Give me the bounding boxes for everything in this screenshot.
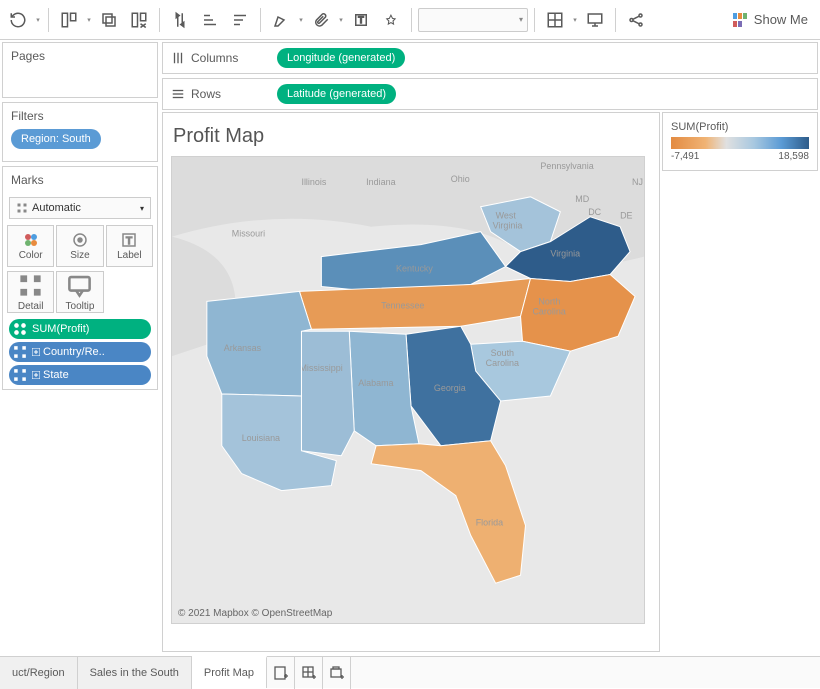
state-ms [301,331,354,455]
legend-max: 18,598 [778,151,809,162]
text-icon: T [121,232,137,248]
color-icon [23,232,39,248]
mark-pill-country[interactable]: Country/Re.. [9,342,151,362]
sort-asc-button[interactable] [196,6,224,34]
toolbar-separator [159,8,160,32]
fit-dropdown[interactable]: ▾ [418,8,528,32]
show-me-icon [732,12,748,28]
plus-icon [32,371,40,379]
sheet-tabs: uct/Region Sales in the South Profit Map [0,656,820,688]
detail-icon [17,272,44,299]
map-svg: Illinois Indiana Ohio Pennsylvania NJ MD… [172,157,644,623]
mark-pill-state[interactable]: State [9,365,151,385]
new-dashboard-button[interactable] [295,657,323,689]
mark-pill-sum-profit[interactable]: SUM(Profit) [9,319,151,339]
legend-pane[interactable]: SUM(Profit) -7,491 18,598 [662,112,818,171]
size-icon [72,232,88,248]
rows-icon [171,87,185,101]
automatic-icon [16,202,28,214]
undo-button[interactable] [4,6,32,34]
detail-mark-icon [13,345,27,359]
color-mark-icon [13,322,27,336]
filters-pane: Filters Region: South [2,102,158,162]
columns-label: Columns [191,51,238,65]
highlight-dropdown-icon[interactable]: ▾ [297,16,305,24]
tab-sales-south[interactable]: Sales in the South [78,657,192,689]
new-sheet-button[interactable] [267,657,295,689]
attach-button[interactable] [307,6,335,34]
new-story-button[interactable] [323,657,351,689]
toolbar-separator [615,8,616,32]
toolbar: ▾ ▾ ▾ ▾ T ▾ ▾ Show Me [0,0,820,40]
left-panel: Pages Filters Region: South Marks Automa… [0,40,160,654]
marks-detail-button[interactable]: Detail [7,271,54,313]
columns-icon [171,51,185,65]
map-canvas[interactable]: Illinois Indiana Ohio Pennsylvania NJ MD… [171,156,645,624]
viz-title[interactable]: Profit Map [171,121,651,156]
viz-main: Profit Map Illinois Indiana Ohio Pennsyl… [162,112,660,652]
presentation-button[interactable] [581,6,609,34]
right-panel: Columns Longitude (generated) Rows Latit… [160,40,820,654]
state-ar [207,291,312,396]
svg-text:T: T [126,236,132,247]
marks-color-button[interactable]: Color [7,225,54,267]
show-me-button[interactable]: Show Me [724,8,816,32]
columns-pill-longitude[interactable]: Longitude (generated) [277,48,405,68]
pin-button[interactable] [377,6,405,34]
toolbar-separator [48,8,49,32]
toolbar-separator [534,8,535,32]
duplicate-button[interactable] [95,6,123,34]
marks-tooltip-button[interactable]: Tooltip [56,271,103,313]
dashboard-button[interactable] [541,6,569,34]
swap-button[interactable] [166,6,194,34]
columns-shelf[interactable]: Columns Longitude (generated) [162,42,818,74]
label-button[interactable]: T [347,6,375,34]
detail-mark-icon [13,368,27,382]
rows-shelf[interactable]: Rows Latitude (generated) [162,78,818,110]
share-button[interactable] [622,6,650,34]
marks-label: Marks [3,167,157,193]
legend-title: SUM(Profit) [671,121,809,133]
tab-profit-map[interactable]: Profit Map [192,656,267,688]
marks-pane: Marks Automatic ▾ Color Size TLabel Deta… [2,166,158,390]
rows-label: Rows [191,87,221,101]
svg-text:T: T [358,15,364,25]
map-credit: © 2021 Mapbox © OpenStreetMap [178,608,332,619]
highlight-button[interactable] [267,6,295,34]
tooltip-icon [66,272,93,299]
plus-icon [32,348,40,356]
marks-label-button[interactable]: TLabel [106,225,153,267]
dashboard-dropdown-icon[interactable]: ▾ [571,16,579,24]
filter-pill-region[interactable]: Region: South [11,129,101,149]
sort-desc-button[interactable] [226,6,254,34]
clear-button[interactable] [125,6,153,34]
legend-min: -7,491 [671,151,699,162]
toolbar-separator [411,8,412,32]
marks-type-dropdown[interactable]: Automatic ▾ [9,197,151,219]
rows-pill-latitude[interactable]: Latitude (generated) [277,84,396,104]
pages-label: Pages [3,43,157,69]
new-ws-dropdown-icon[interactable]: ▾ [85,16,93,24]
new-worksheet-button[interactable] [55,6,83,34]
pages-pane: Pages [2,42,158,98]
toolbar-separator [260,8,261,32]
main-area: Pages Filters Region: South Marks Automa… [0,40,820,654]
attach-dropdown-icon[interactable]: ▾ [337,16,345,24]
undo-dropdown-icon[interactable]: ▾ [34,16,42,24]
marks-size-button[interactable]: Size [56,225,103,267]
filters-label: Filters [3,103,157,129]
legend-gradient [671,137,809,149]
tab-product-region[interactable]: uct/Region [0,657,78,689]
